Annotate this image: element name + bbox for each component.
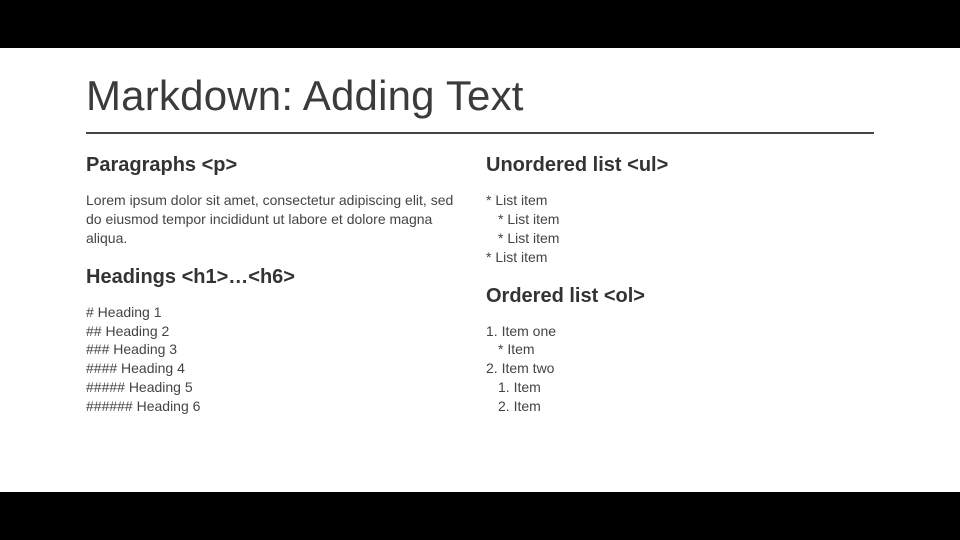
heading-line-4: #### Heading 4 (86, 359, 466, 378)
bottom-black-bar (0, 492, 960, 540)
unordered-body: * List item * List item * List item * Li… (486, 191, 866, 267)
ol-line-4: 1. Item (486, 378, 866, 397)
headings-body: # Heading 1 ## Heading 2 ### Heading 3 #… (86, 303, 466, 416)
ul-line-3: * List item (486, 229, 866, 248)
slide-content: Markdown: Adding Text Paragraphs <p> Lor… (0, 48, 960, 492)
ul-line-2: * List item (486, 210, 866, 229)
ol-line-3: 2. Item two (486, 359, 866, 378)
heading-line-2: ## Heading 2 (86, 322, 466, 341)
ordered-heading: Ordered list <ol> (486, 285, 866, 308)
title-divider (86, 132, 874, 134)
slide-title: Markdown: Adding Text (86, 72, 874, 120)
ol-line-1: 1. Item one (486, 322, 866, 341)
top-black-bar (0, 0, 960, 48)
paragraphs-heading: Paragraphs <p> (86, 154, 466, 177)
left-column: Paragraphs <p> Lorem ipsum dolor sit ame… (86, 154, 486, 416)
heading-line-5: ##### Heading 5 (86, 378, 466, 397)
ol-line-5: 2. Item (486, 397, 866, 416)
right-column: Unordered list <ul> * List item * List i… (486, 154, 866, 416)
heading-line-3: ### Heading 3 (86, 340, 466, 359)
two-column-layout: Paragraphs <p> Lorem ipsum dolor sit ame… (86, 154, 874, 416)
heading-line-1: # Heading 1 (86, 303, 466, 322)
heading-line-6: ###### Heading 6 (86, 397, 466, 416)
ol-line-2: * Item (486, 340, 866, 359)
ordered-body: 1. Item one * Item 2. Item two 1. Item 2… (486, 322, 866, 416)
ul-line-1: * List item (486, 191, 866, 210)
ul-line-4: * List item (486, 248, 866, 267)
paragraphs-body: Lorem ipsum dolor sit amet, consectetur … (86, 191, 466, 248)
unordered-heading: Unordered list <ul> (486, 154, 866, 177)
headings-heading: Headings <h1>…<h6> (86, 266, 466, 289)
